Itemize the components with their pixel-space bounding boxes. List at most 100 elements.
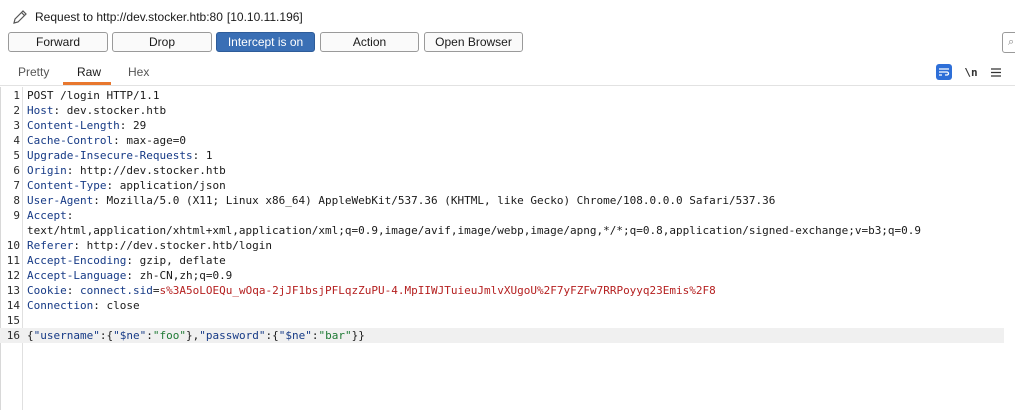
request-line[interactable]: 12 Accept-Language: zh-CN,zh;q=0.9 — [0, 268, 1004, 283]
raw-text: POST /login HTTP/1.1 — [27, 89, 160, 102]
header-separator: : — [192, 149, 206, 162]
request-line[interactable]: 15 — [0, 313, 1004, 328]
line-number: 14 — [6, 299, 20, 312]
request-line[interactable]: 5 Upgrade-Insecure-Requests: 1 — [0, 148, 1004, 163]
raw-request-editor[interactable]: 1 POST /login HTTP/1.1 2 Host: dev.stocker.… — [0, 87, 1015, 410]
request-line[interactable]: text/html,application/xhtml+xml,applicat… — [0, 223, 1004, 238]
line-content: Origin: http://dev.stocker.htb — [27, 163, 226, 178]
header-name: Upgrade-Insecure-Requests — [27, 149, 193, 162]
drop-button[interactable]: Drop — [112, 32, 212, 52]
line-content: Accept-Encoding: gzip, deflate — [27, 253, 226, 268]
line-number: 13 — [6, 284, 20, 297]
header-name: Cookie — [27, 284, 67, 297]
request-info: Request to http://dev.stocker.htb:80 [10… — [12, 9, 303, 25]
header-separator: : — [66, 284, 80, 297]
header-value: gzip, deflate — [139, 254, 226, 267]
header-separator: : — [93, 299, 107, 312]
line-number: 2 — [13, 104, 20, 117]
line-number: 8 — [13, 194, 20, 207]
line-content: Content-Type: application/json — [27, 178, 226, 193]
pencil-icon[interactable] — [12, 9, 28, 25]
raw-text: text/html,application/xhtml+xml,applicat… — [27, 224, 922, 237]
line-content: Host: dev.stocker.htb — [27, 103, 166, 118]
json-punctuation: :{ — [99, 329, 114, 342]
line-number: 10 — [6, 239, 20, 252]
json-punctuation: }, — [185, 329, 200, 342]
active-tab-indicator — [63, 82, 111, 85]
header-separator: : — [106, 179, 120, 192]
json-string: "bar" — [318, 329, 352, 342]
line-content: Referer: http://dev.stocker.htb/login — [27, 238, 272, 253]
line-number: 16 — [6, 329, 20, 342]
search-icon: ⌕ — [1008, 36, 1015, 48]
request-line[interactable]: 14 Connection: close — [0, 298, 1004, 313]
line-content: Upgrade-Insecure-Requests: 1 — [27, 148, 212, 163]
request-line[interactable]: 10 Referer: http://dev.stocker.htb/login — [0, 238, 1004, 253]
show-newlines-toggle[interactable]: \n — [963, 64, 979, 80]
header-name: Accept-Encoding — [27, 254, 127, 267]
header-value: close — [106, 299, 140, 312]
search-box[interactable]: ⌕ — [1002, 32, 1015, 53]
request-line[interactable]: 11 Accept-Encoding: gzip, deflate — [0, 253, 1004, 268]
line-content: Cache-Control: max-age=0 — [27, 133, 186, 148]
line-content: Cookie: connect.sid=s%3A5oLOEQu_wOqa-2jJ… — [27, 283, 716, 298]
header-value: http://dev.stocker.htb/login — [86, 239, 273, 252]
action-button[interactable]: Action — [320, 32, 419, 52]
header-separator: : — [113, 134, 127, 147]
line-content: Connection: close — [27, 298, 140, 313]
header-name: Cache-Control — [27, 134, 114, 147]
header-name: Origin — [27, 164, 67, 177]
header-name: Accept-Language — [27, 269, 127, 282]
line-number: 12 — [6, 269, 20, 282]
header-separator: : — [126, 254, 140, 267]
line-number: 1 — [13, 89, 20, 102]
header-separator: : — [126, 269, 140, 282]
json-punctuation: :{ — [265, 329, 279, 342]
tab-pretty[interactable]: Pretty — [18, 65, 49, 79]
request-line[interactable]: 8 User-Agent: Mozilla/5.0 (X11; Linux x86… — [0, 193, 1004, 208]
tab-raw[interactable]: Raw — [77, 65, 101, 79]
cookie-value: s%3A5oLOEQu_wOqa-2jJF1bsjPFLqzZuPU-4.MpI… — [159, 284, 716, 297]
header-name: Referer — [27, 239, 74, 252]
header-value: 29 — [132, 119, 147, 132]
line-number: 15 — [6, 314, 20, 327]
wrap-lines-icon[interactable] — [936, 64, 952, 80]
forward-button[interactable]: Forward — [8, 32, 108, 52]
request-line[interactable]: 6 Origin: http://dev.stocker.htb — [0, 163, 1004, 178]
request-line[interactable]: 7 Content-Type: application/json — [0, 178, 1004, 193]
request-line[interactable]: 13 Cookie: connect.sid=s%3A5oLOEQu_wOqa-2… — [0, 283, 1004, 298]
header-value: max-age=0 — [126, 134, 186, 147]
header-separator: : — [93, 194, 107, 207]
request-line[interactable]: 1 POST /login HTTP/1.1 — [0, 88, 1004, 103]
json-key: "$ne" — [278, 329, 312, 342]
header-value: dev.stocker.htb — [66, 104, 167, 117]
line-number: 9 — [13, 209, 20, 222]
line-number: 6 — [13, 164, 20, 177]
header-name: Connection — [27, 299, 94, 312]
request-line[interactable]: 2 Host: dev.stocker.htb — [0, 103, 1004, 118]
header-separator: : — [66, 164, 80, 177]
open-browser-button[interactable]: Open Browser — [424, 32, 523, 52]
intercept-toggle-button[interactable]: Intercept is on — [216, 32, 315, 52]
request-target: Request to http://dev.stocker.htb:80 — [35, 10, 223, 24]
cookie-name: connect.sid — [80, 284, 153, 297]
request-ip: [10.10.11.196] — [226, 10, 303, 24]
line-number: 5 — [13, 149, 20, 162]
json-string: "foo" — [152, 329, 186, 342]
line-content: POST /login HTTP/1.1 — [27, 88, 159, 103]
line-content: Accept-Language: zh-CN,zh;q=0.9 — [27, 268, 232, 283]
hamburger-menu-icon[interactable] — [989, 64, 1003, 80]
line-content: text/html,application/xhtml+xml,applicat… — [27, 223, 921, 238]
request-line[interactable]: 3 Content-Length: 29 — [0, 118, 1004, 133]
intercept-toolbar: Request to http://dev.stocker.htb:80 [10… — [0, 0, 1015, 58]
tab-hex[interactable]: Hex — [128, 65, 149, 79]
header-separator: : — [73, 239, 87, 252]
request-line[interactable]: 4 Cache-Control: max-age=0 — [0, 133, 1004, 148]
message-view-tabs: Pretty Raw Hex — [0, 60, 1015, 86]
json-key: "password" — [199, 329, 266, 342]
json-punctuation: : — [146, 329, 153, 342]
json-punctuation: { — [27, 329, 34, 342]
header-value: application/json — [119, 179, 226, 192]
request-line[interactable]: 16 {"username":{"$ne":"foo"},"password":{… — [0, 328, 1004, 343]
request-line[interactable]: 9 Accept: — [0, 208, 1004, 223]
